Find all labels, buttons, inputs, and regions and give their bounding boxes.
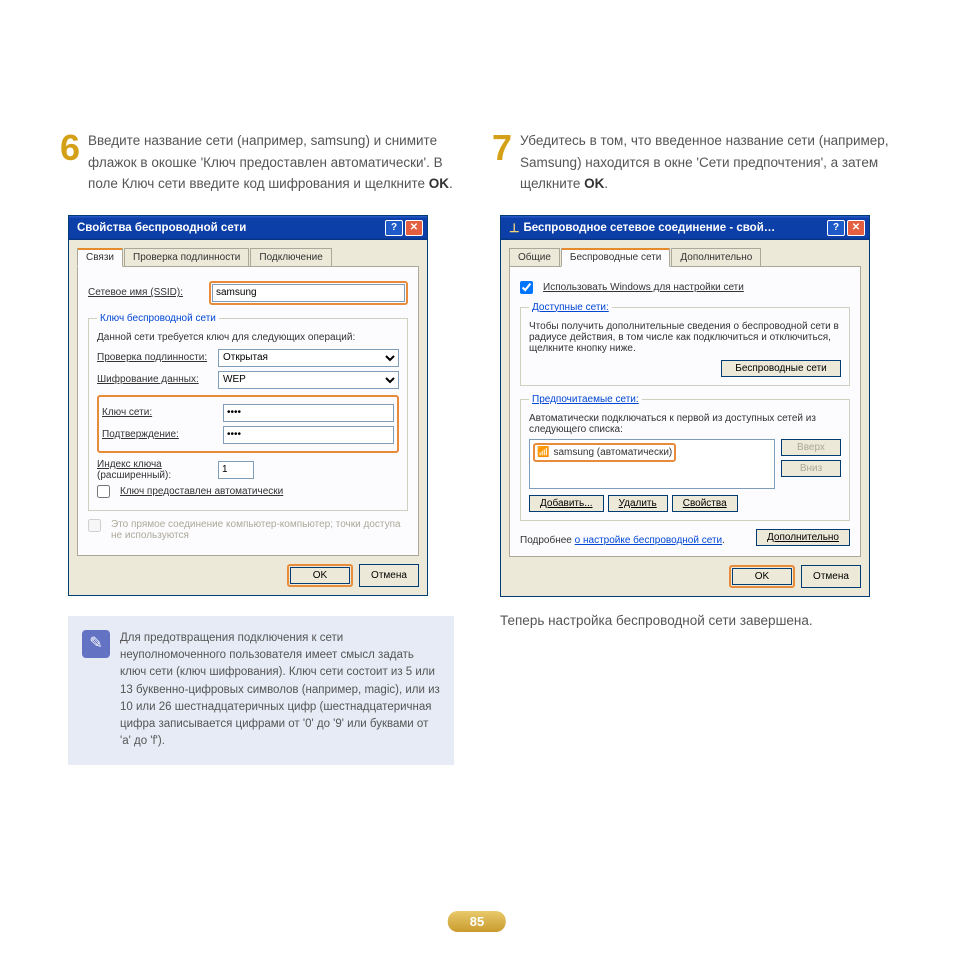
close-icon[interactable]: ✕ — [847, 220, 865, 236]
enc-label: Шифрование данных: — [97, 374, 212, 385]
cancel-button[interactable]: Отмена — [359, 564, 419, 587]
down-button[interactable]: Вниз — [781, 460, 841, 477]
enc-select[interactable]: WEP — [218, 371, 399, 389]
tab-wireless[interactable]: Беспроводные сети — [561, 248, 670, 267]
step-7-text: Убедитесь в том, что введенное название … — [520, 130, 894, 195]
cancel-button[interactable]: Отмена — [801, 565, 861, 588]
index-label: Индекс ключа (расширенный): — [97, 459, 212, 481]
ok-button[interactable]: OK — [290, 567, 350, 584]
antenna-icon: 📶 — [537, 447, 549, 458]
wireless-properties-dialog: Свойства беспроводной сети ? ✕ Связи Про… — [68, 215, 428, 596]
note-text: Для предотвращения подключения к сети не… — [120, 630, 440, 751]
adhoc-checkbox — [88, 519, 101, 532]
key-input[interactable] — [223, 404, 394, 422]
step-6: 6 Введите название сети (например, samsu… — [60, 130, 462, 195]
advanced-button[interactable]: Дополнительно — [756, 529, 850, 546]
auto-key-checkbox[interactable] — [97, 485, 110, 498]
step-6-text: Введите название сети (например, samsung… — [88, 130, 462, 195]
help-icon[interactable]: ? — [385, 220, 403, 236]
close-icon[interactable]: ✕ — [405, 220, 423, 236]
ssid-input[interactable] — [212, 284, 405, 302]
titlebar: ⊥ Беспроводное сетевое соединение - свой… — [501, 216, 869, 240]
page-number: 85 — [448, 911, 506, 932]
add-button[interactable]: Добавить... — [529, 495, 604, 512]
props-button[interactable]: Свойства — [672, 495, 738, 512]
tab-advanced[interactable]: Дополнительно — [671, 248, 761, 266]
confirm-input[interactable] — [223, 426, 394, 444]
ssid-label: Сетевое имя (SSID): — [88, 287, 203, 298]
wireless-networks-button[interactable]: Беспроводные сети — [721, 360, 841, 377]
available-networks-fieldset: Доступные сети: Чтобы получить дополните… — [520, 302, 850, 386]
up-button[interactable]: Вверх — [781, 439, 841, 456]
pencil-icon: ✎ — [82, 630, 110, 658]
settings-link[interactable]: о настройке беспроводной сети — [575, 535, 722, 546]
more-info-text: Подробнее о настройке беспроводной сети. — [520, 535, 748, 546]
tab-connection[interactable]: Связи — [77, 248, 123, 267]
auth-label: Проверка подлинности: — [97, 352, 212, 363]
key-fieldset: Ключ беспроводной сети Данной сети требу… — [88, 313, 408, 511]
step-number-6: 6 — [60, 130, 80, 195]
delete-button[interactable]: Удалить — [608, 495, 668, 512]
tabs: Связи Проверка подлинности Подключение — [77, 248, 419, 267]
tab-general[interactable]: Общие — [509, 248, 560, 266]
ok-button[interactable]: OK — [732, 568, 792, 585]
key-label: Ключ сети: — [102, 407, 217, 418]
list-item[interactable]: 📶 samsung (автоматически) — [536, 446, 673, 459]
wireless-icon: ⊥ — [509, 221, 519, 235]
note-box: ✎ Для предотвращения подключения к сети … — [68, 616, 454, 765]
titlebar: Свойства беспроводной сети ? ✕ — [69, 216, 427, 240]
wireless-connection-dialog: ⊥ Беспроводное сетевое соединение - свой… — [500, 215, 870, 597]
step-number-7: 7 — [492, 130, 512, 195]
tabs: Общие Беспроводные сети Дополнительно — [509, 248, 861, 267]
conclusion-text: Теперь настройка беспроводной сети завер… — [500, 613, 894, 628]
index-input[interactable] — [218, 461, 254, 479]
use-windows-checkbox[interactable] — [520, 281, 533, 294]
tab-auth[interactable]: Проверка подлинности — [124, 248, 249, 266]
confirm-label: Подтверждение: — [102, 429, 217, 440]
preferred-networks-list[interactable]: 📶 samsung (автоматически) — [529, 439, 775, 489]
auth-select[interactable]: Открытая — [218, 349, 399, 367]
tab-conn[interactable]: Подключение — [250, 248, 331, 266]
step-7: 7 Убедитесь в том, что введенное названи… — [492, 130, 894, 195]
dialog-title: Беспроводное сетевое соединение - свой… — [523, 222, 827, 234]
dialog-title: Свойства беспроводной сети — [77, 222, 385, 234]
preferred-networks-fieldset: Предпочитаемые сети: Автоматически подкл… — [520, 394, 850, 521]
help-icon[interactable]: ? — [827, 220, 845, 236]
